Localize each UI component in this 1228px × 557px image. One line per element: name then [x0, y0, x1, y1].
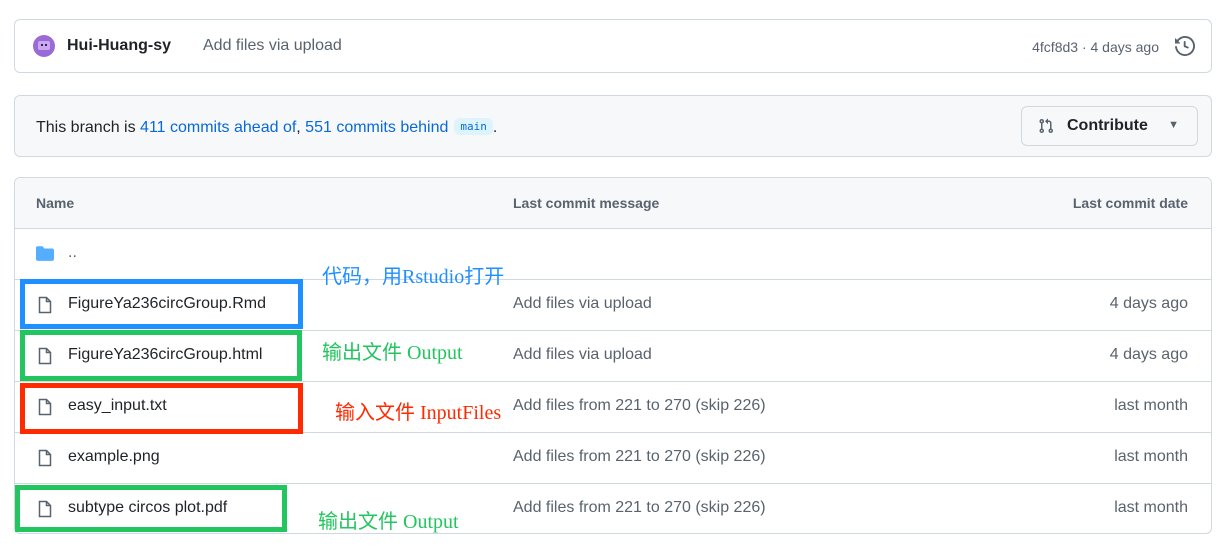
table-header: Name Last commit message Last commit dat… [15, 178, 1211, 229]
file-icon [38, 449, 52, 467]
file-commit-date: last month [1114, 397, 1188, 414]
file-commit-message[interactable]: Add files via upload [513, 295, 652, 313]
branch-status-bar: This branch is 411 commits ahead of, 551… [14, 95, 1212, 157]
avatar[interactable] [33, 35, 55, 57]
highlight-box-pdf [15, 485, 287, 532]
base-branch-tag[interactable]: main [454, 118, 493, 135]
branch-status-text: This branch is 411 commits ahead of, 551… [36, 118, 497, 137]
file-commit-message[interactable]: Add files from 221 to 270 (skip 226) [513, 397, 766, 415]
file-commit-date: last month [1114, 448, 1188, 465]
annotation-input-label: 输入文件 InputFiles [335, 402, 502, 424]
file-commit-date: 4 days ago [1109, 346, 1188, 363]
annotation-output-html-label: 输出文件 Output [322, 342, 463, 364]
highlight-box-input [20, 383, 303, 434]
column-header-message: Last commit message [513, 195, 660, 211]
table-row[interactable]: example.png Add files from 221 to 270 (s… [15, 432, 1211, 483]
chevron-down-icon: ▼ [1168, 119, 1179, 131]
file-name-link[interactable]: example.png [68, 448, 160, 466]
column-header-name: Name [36, 195, 75, 211]
commit-message-link[interactable]: Add files via upload [203, 37, 342, 55]
branch-status-suffix: . [492, 119, 498, 136]
file-commit-message[interactable]: Add files via upload [513, 346, 652, 364]
branch-status-separator: , [296, 119, 306, 136]
commit-author-link[interactable]: Hui-Huang-sy [67, 37, 171, 55]
history-icon[interactable] [1175, 36, 1195, 56]
parent-directory-link[interactable]: .. [68, 244, 77, 262]
contribute-button[interactable]: Contribute ▼ [1021, 106, 1198, 146]
file-commit-message[interactable]: Add files from 221 to 270 (skip 226) [513, 499, 766, 517]
contribute-label: Contribute [1067, 117, 1148, 134]
file-commit-date: 4 days ago [1109, 295, 1188, 312]
commits-behind-link[interactable]: 551 commits behind [305, 119, 448, 136]
branch-status-prefix: This branch is [36, 119, 141, 136]
highlight-box-rmd [20, 279, 303, 329]
file-commit-date: last month [1114, 499, 1188, 516]
highlight-box-html [20, 330, 302, 381]
folder-icon [36, 246, 54, 261]
column-header-date: Last commit date [1072, 195, 1188, 211]
latest-commit-bar: Hui-Huang-sy Add files via upload 4fcf8d… [14, 19, 1212, 73]
commits-ahead-link[interactable]: 411 commits ahead of [140, 119, 296, 136]
file-commit-message[interactable]: Add files from 221 to 270 (skip 226) [513, 448, 766, 466]
annotation-output-pdf-label: 输出文件 Output [318, 511, 459, 533]
annotation-code-label: 代码，用Rstudio打开 [322, 266, 505, 288]
parent-directory-row[interactable]: .. [15, 229, 1211, 280]
git-pull-request-icon [1039, 118, 1054, 134]
commit-hash-and-time[interactable]: 4fcf8d3 · 4 days ago [1032, 39, 1159, 55]
